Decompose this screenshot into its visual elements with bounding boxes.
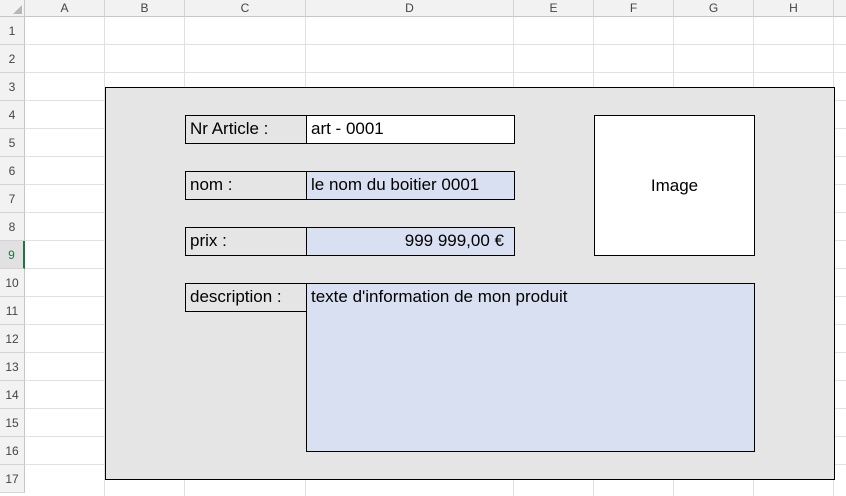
spreadsheet-grid: A B C D E F G H 1 2 3 4 5 6 7 8 9 10 11 …: [0, 0, 846, 496]
row-header-9[interactable]: 9: [0, 241, 25, 269]
description-label: description :: [185, 283, 307, 312]
row-header-3[interactable]: 3: [0, 73, 25, 101]
image-placeholder-label: Image: [650, 175, 699, 195]
nom-label: nom :: [185, 171, 307, 200]
row-header-8[interactable]: 8: [0, 213, 25, 241]
row-header-14[interactable]: 14: [0, 381, 25, 409]
nom-value-cell[interactable]: le nom du boitier 0001: [306, 171, 515, 200]
prix-value-cell[interactable]: 999 999,00 €: [306, 227, 515, 256]
row-header-7[interactable]: 7: [0, 185, 25, 213]
row-header-4[interactable]: 4: [0, 101, 25, 129]
article-value-cell[interactable]: art - 0001: [306, 115, 515, 144]
row-header-17[interactable]: 17: [0, 465, 25, 493]
select-all-corner[interactable]: [0, 0, 25, 17]
row-header-1[interactable]: 1: [0, 17, 25, 45]
column-header-i[interactable]: [834, 0, 846, 17]
prix-label: prix :: [185, 227, 307, 256]
row-header-11[interactable]: 11: [0, 297, 25, 325]
column-header-a[interactable]: A: [25, 0, 105, 17]
description-value-cell[interactable]: texte d'information de mon produit: [306, 283, 755, 452]
column-header-d[interactable]: D: [306, 0, 514, 17]
grid-line: [25, 44, 846, 45]
row-header-6[interactable]: 6: [0, 157, 25, 185]
grid-line: [25, 72, 846, 73]
article-label: Nr Article :: [185, 115, 307, 144]
column-header-g[interactable]: G: [674, 0, 754, 17]
row-header-13[interactable]: 13: [0, 353, 25, 381]
row-header-10[interactable]: 10: [0, 269, 25, 297]
column-header-e[interactable]: E: [514, 0, 594, 17]
row-header-16[interactable]: 16: [0, 437, 25, 465]
row-header-12[interactable]: 12: [0, 325, 25, 353]
column-header-c[interactable]: C: [185, 0, 306, 17]
select-all-triangle-icon: [13, 5, 22, 14]
row-header-15[interactable]: 15: [0, 409, 25, 437]
row-header-5[interactable]: 5: [0, 129, 25, 157]
row-header-2[interactable]: 2: [0, 45, 25, 73]
column-header-b[interactable]: B: [105, 0, 185, 17]
column-header-h[interactable]: H: [754, 0, 834, 17]
image-placeholder[interactable]: Image: [594, 115, 755, 256]
column-header-f[interactable]: F: [594, 0, 674, 17]
